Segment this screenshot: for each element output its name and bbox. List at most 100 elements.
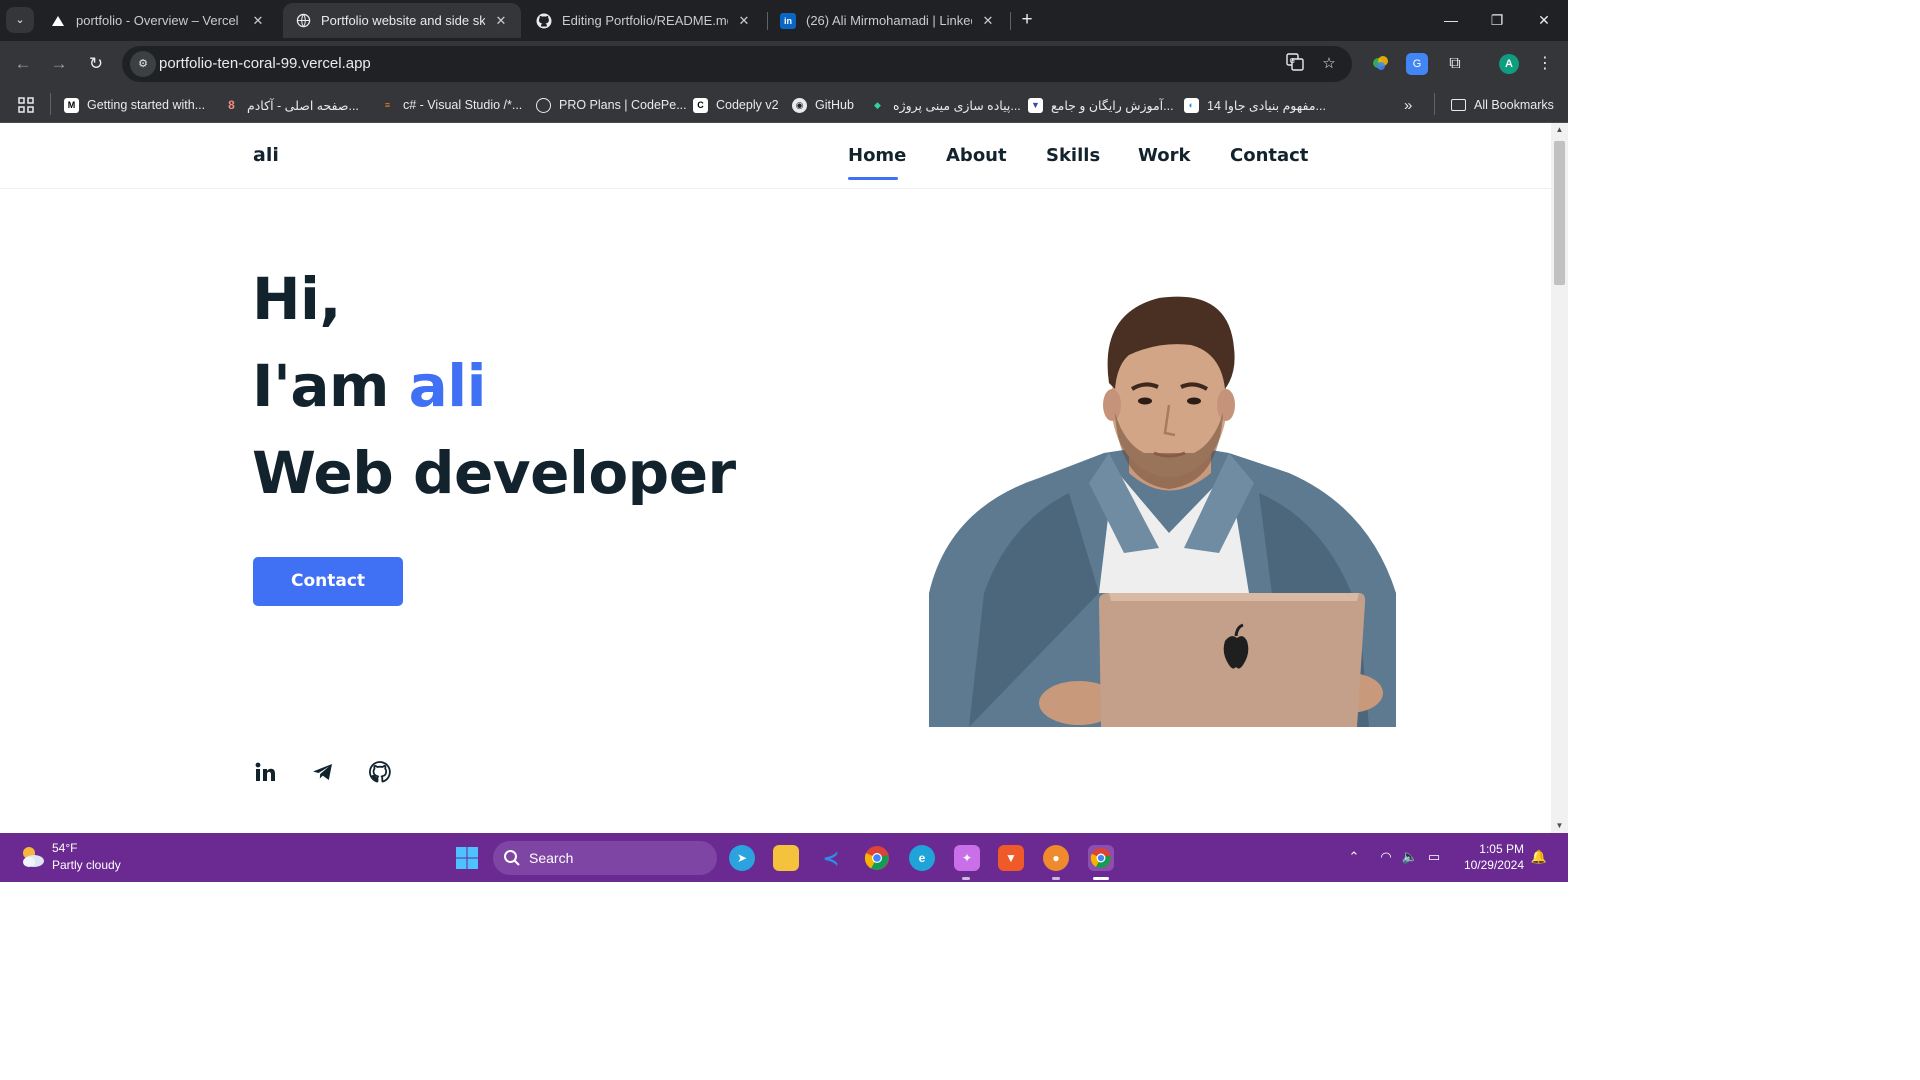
translate-icon[interactable]: G (1284, 53, 1306, 75)
copilot-icon[interactable]: ✦ (954, 845, 980, 871)
tab-title: Editing Portfolio/README.md a (562, 13, 728, 28)
windows-start-icon[interactable] (455, 846, 479, 870)
all-bookmarks-button[interactable]: All Bookmarks (1451, 95, 1554, 115)
volume-icon[interactable]: 🔈 (1401, 848, 1419, 866)
academy-icon: 8 (228, 98, 235, 112)
chrome-icon[interactable] (864, 845, 890, 871)
postman-icon[interactable]: ● (1043, 845, 1069, 871)
linkedin-icon[interactable] (252, 759, 278, 785)
bookmark-star-icon[interactable]: ☆ (1318, 53, 1340, 75)
site-logo[interactable]: ali (253, 144, 279, 166)
bookmark-stackoverflow[interactable]: ≡ c# - Visual Studio /*... (380, 95, 522, 115)
minimize-icon[interactable]: — (1438, 8, 1464, 32)
tab-close-icon[interactable]: ✕ (736, 13, 752, 29)
bookmark-free-tutorial[interactable]: ▼ آموزش رایگان و جامع... (1028, 95, 1174, 115)
scroll-up-arrow-icon[interactable]: ▲ (1551, 123, 1568, 137)
bookmarks-overflow-button[interactable]: » (1404, 95, 1412, 115)
java-site-icon: ◐ (1184, 97, 1199, 113)
bookmark-label: Getting started with... (87, 98, 206, 112)
nav-about[interactable]: About (946, 145, 1007, 166)
tab-title: Portfolio website and side skills (321, 13, 485, 28)
tab-linkedin[interactable]: in (26) Ali Mirmohamadi | Linkedi ✕ (768, 3, 1008, 38)
bookmark-label: پیاده سازی مینی پروژه... (893, 98, 1021, 113)
profile-avatar[interactable]: A (1499, 54, 1519, 74)
notification-bell-icon[interactable]: 🔔 (1530, 848, 1548, 866)
restore-icon[interactable]: ❐ (1484, 8, 1510, 32)
linkedin-icon: in (780, 12, 796, 29)
url-text[interactable]: portfolio-ten-coral-99.vercel.app (159, 55, 371, 72)
tab-portfolio-active[interactable]: Portfolio website and side skills ✕ (283, 3, 521, 38)
bookmark-mini-project[interactable]: ◆ پیاده سازی مینی پروژه... (870, 95, 1021, 115)
weather-description[interactable]: Partly cloudy (52, 858, 121, 872)
globe-icon (536, 97, 551, 113)
all-bookmarks-label: All Bookmarks (1474, 98, 1554, 112)
telegram-icon[interactable] (310, 759, 336, 785)
partly-cloudy-icon[interactable] (18, 843, 46, 871)
bookmark-label: GitHub (815, 98, 854, 112)
bookmark-github[interactable]: ◉ GitHub (792, 95, 854, 115)
weather-temperature[interactable]: 54°F (52, 841, 77, 855)
extension-colorful-icon[interactable] (1369, 53, 1391, 75)
bookmark-label: 14 مفهوم بنیادی جاوا... (1207, 98, 1326, 113)
hero-intro: I'am ali (252, 352, 487, 420)
codeply-icon: C (693, 97, 708, 113)
bookmark-codeply[interactable]: C Codeply v2 (693, 95, 779, 115)
tab-title: (26) Ali Mirmohamadi | Linkedi (806, 13, 972, 28)
hero-name: ali (408, 352, 487, 420)
tab-close-icon[interactable]: ✕ (980, 13, 996, 29)
tab-close-icon[interactable]: ✕ (493, 13, 509, 29)
menu-kebab-icon[interactable]: ⋮ (1534, 53, 1556, 75)
reload-icon[interactable]: ↻ (83, 51, 109, 77)
tab-github-readme[interactable]: Editing Portfolio/README.md a ✕ (524, 3, 764, 38)
bookmark-separator (50, 93, 51, 115)
nav-work[interactable]: Work (1138, 145, 1190, 166)
tray-overflow-chevron-icon[interactable]: ⌃ (1345, 848, 1363, 866)
page-scrollbar[interactable]: ▲ ▼ (1551, 123, 1568, 833)
bookmark-java-concepts[interactable]: ◐ 14 مفهوم بنیادی جاوا... (1184, 95, 1326, 115)
tab-close-icon[interactable]: ✕ (250, 13, 266, 29)
extensions-puzzle-icon[interactable]: ⧉ (1444, 53, 1466, 75)
back-arrow-icon[interactable]: ← (10, 51, 36, 77)
apps-grid-icon[interactable] (18, 95, 34, 115)
site-info-icon[interactable]: ⚙ (130, 51, 156, 77)
file-explorer-icon[interactable] (773, 845, 799, 871)
tab-vercel-overview[interactable]: portfolio - Overview – Vercel ✕ (38, 3, 278, 38)
tab-search-chevron-icon[interactable]: ⌄ (6, 7, 34, 33)
vscode-icon[interactable]: ≺ (818, 845, 844, 871)
forward-arrow-icon[interactable]: → (46, 51, 72, 77)
github-icon[interactable] (367, 759, 393, 785)
site-header: ali Home About Skills Work Contact (0, 123, 1551, 189)
nav-contact[interactable]: Contact (1230, 145, 1308, 166)
taskbar-search-box[interactable]: Search (493, 841, 717, 875)
brave-icon[interactable]: ▼ (998, 845, 1024, 871)
hero-role: Web developer (252, 439, 736, 507)
clock-date[interactable]: 10/29/2024 (1450, 858, 1524, 872)
chrome-profile-app-icon[interactable] (1088, 845, 1114, 871)
telegram-app-icon[interactable]: ➤ (729, 845, 755, 871)
github-icon: ◉ (792, 97, 807, 113)
battery-icon[interactable]: ▭ (1425, 848, 1443, 866)
nav-home[interactable]: Home (848, 145, 906, 166)
browser-toolbar: ← → ↻ ⚙ portfolio-ten-coral-99.vercel.ap… (0, 41, 1568, 87)
edge-icon[interactable]: e (909, 845, 935, 871)
google-translate-extension-icon[interactable]: G (1406, 53, 1428, 75)
tab-title: portfolio - Overview – Vercel (76, 13, 239, 28)
wifi-icon[interactable]: ◠ (1377, 848, 1395, 866)
active-app-indicator (1093, 877, 1109, 880)
close-window-icon[interactable]: ✕ (1531, 8, 1557, 32)
bookmark-separator (1434, 93, 1435, 115)
contact-button[interactable]: Contact (253, 557, 403, 606)
scrollbar-thumb[interactable] (1554, 141, 1565, 285)
globe-icon (295, 13, 311, 29)
hero-greeting: Hi, (252, 265, 341, 333)
new-tab-button[interactable]: + (1016, 9, 1038, 31)
running-indicator (962, 877, 970, 880)
stackoverflow-icon: ≡ (384, 100, 391, 110)
clock-time[interactable]: 1:05 PM (1462, 842, 1524, 856)
bookmark-codepen[interactable]: PRO Plans | CodePe... (536, 95, 687, 115)
nav-skills[interactable]: Skills (1046, 145, 1100, 166)
bookmark-academy[interactable]: 8 صفحه اصلی - آکادم... (224, 95, 359, 115)
address-bar[interactable]: ⚙ portfolio-ten-coral-99.vercel.app G ☆ (122, 46, 1352, 82)
bookmark-getting-started[interactable]: M Getting started with... (64, 95, 205, 115)
scroll-down-arrow-icon[interactable]: ▼ (1551, 819, 1568, 833)
